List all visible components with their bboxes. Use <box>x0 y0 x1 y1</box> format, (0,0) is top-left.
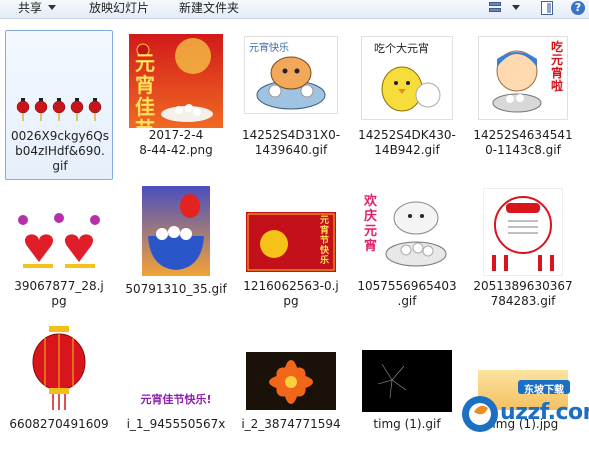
file-item[interactable]: 50791310_35.gif <box>122 182 230 332</box>
poster-title: 元宵佳节 <box>135 51 155 128</box>
file-item[interactable]: 6608270491609 <box>5 322 113 472</box>
thumb-caption: 吃元宵啦 <box>551 40 564 93</box>
new-folder-button[interactable]: 新建文件夹 <box>179 0 239 18</box>
file-name: timg (1).gif <box>373 417 441 431</box>
file-name: 14252S4DK430- 14B942.gif <box>358 128 456 157</box>
file-name: 1216062563-0.j pg <box>243 279 339 308</box>
heart-lanterns-thumbnail <box>13 212 105 276</box>
file-name: 1057556965403 .gif <box>357 279 457 308</box>
watermark-main: uzzf.com <box>500 400 589 425</box>
file-item[interactable]: 欢庆元宵 1057556965403 .gif <box>353 182 461 332</box>
site-watermark: 东坡下载 uzzf.com <box>460 374 589 436</box>
change-view-icon[interactable] <box>488 1 502 15</box>
thumb-caption: 欢庆元宵 <box>364 194 378 254</box>
file-item[interactable]: 0026X9ckgy6Qs b04zIHdf&690. gif <box>5 30 113 180</box>
share-button[interactable]: 共享 <box>18 0 57 18</box>
file-name: 14252S4D31X0- 1439640.gif <box>241 128 341 157</box>
file-item[interactable]: 吃元宵啦 14252S4634541 0-1143c8.gif <box>469 30 577 180</box>
watermark-sub: 东坡下载 <box>524 385 564 396</box>
thumb-caption: 元宵快乐 <box>249 43 289 54</box>
file-name: 50791310_35.gif <box>125 282 227 296</box>
file-item[interactable]: 2051389630367 784283.gif <box>469 182 577 332</box>
thumb-caption: 元宵佳节快乐! <box>140 393 212 406</box>
file-name: 14252S4634541 0-1143c8.gif <box>473 128 573 157</box>
girl-cartoon-thumbnail: 吃元宵啦 <box>478 36 568 120</box>
explorer-toolbar: 共享 放映幻灯片 新建文件夹 ? <box>0 0 589 19</box>
file-item[interactable]: 元宵佳节快乐! i_1_945550567x <box>122 322 230 472</box>
share-label: 共享 <box>18 1 43 15</box>
file-name: 6608270491609 <box>9 417 109 431</box>
lanterns-thumbnail <box>14 95 104 123</box>
slideshow-button[interactable]: 放映幻灯片 <box>89 0 149 18</box>
greeting-card-thumbnail: 元宵节快乐 <box>246 212 336 272</box>
cat-cartoon-thumbnail: 元宵快乐 <box>244 36 338 114</box>
file-item[interactable]: i_2_3874771594 <box>237 322 345 472</box>
file-name: 39067877_28.j pg <box>14 279 104 308</box>
bowl-lantern-thumbnail <box>142 186 210 276</box>
dancers-thumbnail <box>483 188 563 276</box>
file-item[interactable]: 39067877_28.j pg <box>5 182 113 332</box>
thumb-caption: 元宵节快乐 <box>320 216 330 266</box>
file-item[interactable]: 元宵节快乐 1216062563-0.j pg <box>237 182 345 332</box>
file-item[interactable]: 元宵佳节 2017-2-48-44-42.png <box>122 30 230 180</box>
file-item[interactable]: 吃个大元宵 14252S4DK430- 14B942.gif <box>353 30 461 180</box>
chevron-down-icon <box>48 5 57 10</box>
file-item[interactable]: timg (1).gif <box>353 322 461 472</box>
preview-pane-icon[interactable] <box>541 1 553 15</box>
view-options-chevron-icon[interactable] <box>512 5 520 10</box>
flower-photo-thumbnail <box>246 352 336 410</box>
chick-cartoon-thumbnail: 吃个大元宵 <box>361 36 453 120</box>
file-name: 0026X9ckgy6Qs b04zIHdf&690. gif <box>11 129 109 173</box>
file-name: 2051389630367 784283.gif <box>473 279 573 308</box>
red-lantern-thumbnail <box>25 324 93 412</box>
file-item[interactable]: 元宵快乐 14252S4D31X0- 1439640.gif <box>237 30 345 180</box>
help-icon[interactable]: ? <box>571 1 585 15</box>
fireworks-thumbnail <box>362 350 452 412</box>
banner-thumbnail: 元宵佳节快乐! <box>130 388 222 410</box>
file-name: 2017-2-4 8-44-42.png <box>139 128 213 157</box>
file-name: i_1_945550567x <box>126 417 226 431</box>
festival-poster-thumbnail: 元宵佳节 <box>129 34 223 128</box>
file-name: i_2_3874771594 <box>241 417 341 431</box>
sheep-cartoon-thumbnail: 欢庆元宵 <box>362 188 452 272</box>
thumb-caption: 吃个大元宵 <box>374 42 429 55</box>
